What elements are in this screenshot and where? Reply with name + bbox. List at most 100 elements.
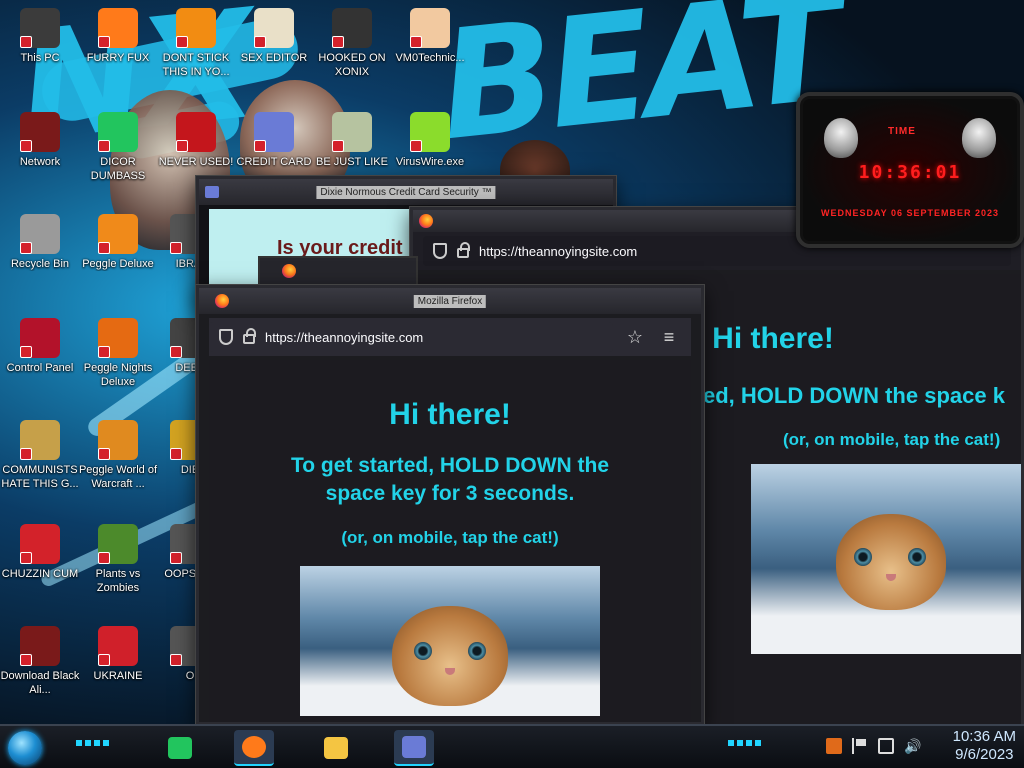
desktop-icon[interactable]: VirusWire.exe (390, 112, 470, 169)
desktop-icon[interactable]: DONT STICK THIS IN YO... (156, 8, 236, 79)
desktop-icon[interactable]: Peggle Deluxe (78, 214, 158, 271)
lock-icon[interactable] (457, 242, 470, 258)
desktop-icon-label: This PC (20, 52, 60, 64)
firefox-icon (242, 736, 266, 758)
clock-time: 10:36 AM (952, 728, 1016, 745)
page-instructions: ed, HOLD DOWN the space k (703, 383, 1005, 408)
shortcut-badge-icon (98, 448, 110, 460)
credit-card-icon (402, 736, 426, 758)
url-text: https://theannoyingsite.com (265, 329, 424, 345)
shortcut-badge-icon (176, 140, 188, 152)
desktop-icon[interactable]: Recycle Bin (0, 214, 80, 271)
firefox-window-stack[interactable] (258, 256, 418, 286)
desktop-icon[interactable]: CHUZZIN CUM (0, 524, 80, 581)
url-bar[interactable]: https://theannoyingsite.com (209, 322, 613, 352)
page-content: Hi there! To get started, HOLD DOWN the … (209, 360, 691, 722)
shield-icon[interactable] (219, 329, 233, 345)
radiation-icon (98, 626, 138, 666)
shortcut-badge-icon (98, 242, 110, 254)
desktop-icon[interactable]: VM0Technic... (390, 8, 470, 65)
chat-app-icon (168, 737, 192, 759)
start-button[interactable] (8, 731, 42, 765)
taskbar-decoration (76, 740, 110, 746)
alien-download-icon (20, 626, 60, 666)
desktop-icon[interactable]: FURRY FUX (78, 8, 158, 65)
peggle-icon (98, 214, 138, 254)
desktop-icon[interactable]: Peggle Nights Deluxe (78, 318, 158, 389)
desktop-icon[interactable]: CREDIT CARD (234, 112, 314, 169)
cat-image[interactable] (751, 464, 1021, 654)
desktop-icon-label: DICOR DUMBASS (90, 156, 146, 182)
volume-icon[interactable]: 🔊 (904, 738, 921, 754)
desktop-icon-label: VirusWire.exe (395, 156, 465, 168)
desktop-icon[interactable]: Network (0, 112, 80, 169)
shield-icon[interactable] (433, 243, 447, 259)
desktop-icon[interactable]: UKRAINE (78, 626, 158, 683)
desktop-icon-label: UKRAINE (93, 670, 143, 682)
desktop-icon[interactable]: COMMUNISTS HATE THIS G... (0, 420, 80, 491)
shortcut-badge-icon (332, 140, 344, 152)
desktop-icon[interactable]: BE JUST LIKE (312, 112, 392, 169)
window-title: Mozilla Firefox (413, 294, 487, 308)
desktop-icon[interactable]: Download Black Ali... (0, 626, 80, 697)
page-mobile-note: (or, on mobile, tap the cat!) (783, 430, 1001, 449)
desktop-icon-label: Download Black Ali... (0, 670, 80, 696)
desktop-icon-label: HOOKED ON XONIX (318, 52, 386, 78)
firefox-icon (215, 294, 229, 308)
peggle-wow-icon (98, 420, 138, 460)
desktop-icon-label: Peggle World of Warcraft ... (78, 464, 158, 490)
santa-face-icon (332, 112, 372, 152)
desktop-icon[interactable]: Peggle World of Warcraft ... (78, 420, 158, 491)
desktop-icon-label: Recycle Bin (10, 258, 70, 270)
firefox-icon (282, 264, 296, 278)
desktop-icon-label: COMMUNISTS HATE THIS G... (1, 464, 79, 490)
tray-app-icon[interactable] (826, 738, 842, 754)
desktop-icon[interactable]: SEX EDITOR (234, 8, 314, 65)
desktop-icon[interactable]: Control Panel (0, 318, 80, 375)
cat-image[interactable] (300, 566, 600, 716)
firefox-window-front[interactable]: Mozilla Firefox https://theannoyingsite.… (196, 285, 704, 725)
desktop-icon-label: CREDIT CARD (236, 156, 312, 168)
taskbar-app-firefox[interactable] (234, 730, 274, 766)
desktop-icon[interactable]: Plants vs Zombies (78, 524, 158, 595)
shortcut-badge-icon (20, 552, 32, 564)
desktop-icon-label: DONT STICK THIS IN YO... (162, 52, 230, 78)
app-icon (205, 186, 219, 198)
taskbar-app-file-explorer[interactable] (316, 730, 356, 766)
shortcut-badge-icon (98, 552, 110, 564)
firefox-icon (419, 214, 433, 228)
credit-card-icon (254, 112, 294, 152)
window-title: Dixie Normous Credit Card Security ™ (316, 185, 496, 199)
shortcut-badge-icon (332, 36, 344, 48)
taskbar-app-chat-app[interactable] (160, 730, 200, 766)
bookmark-star-icon[interactable]: ☆ (623, 327, 647, 348)
desktop-icon[interactable]: HOOKED ON XONIX (312, 8, 392, 79)
firefox-icon (98, 8, 138, 48)
hamburger-menu-icon[interactable]: ≡ (657, 327, 681, 348)
taskbar-clock[interactable]: 10:36 AM 9/6/2023 (953, 728, 1016, 764)
desktop-icon-label: Plants vs Zombies (95, 568, 141, 594)
desktop-icon[interactable]: This PC (0, 8, 80, 65)
page-heading: Hi there! (389, 398, 511, 431)
window-titlebar[interactable]: Mozilla Firefox (199, 288, 701, 314)
pvz-icon (98, 524, 138, 564)
control-panel-icon (20, 318, 60, 358)
window-titlebar[interactable]: Dixie Normous Credit Card Security ™ (199, 179, 613, 205)
shortcut-badge-icon (170, 448, 182, 460)
shortcut-badge-icon (410, 140, 422, 152)
system-tray: 🔊 (826, 738, 921, 754)
computer-icon (20, 8, 60, 48)
alien-clock-gadget[interactable]: TIME 10:36:01 WEDNESDAY 06 SEPTEMBER 202… (796, 92, 1024, 248)
desktop-icon[interactable]: NEVER USED! (156, 112, 236, 169)
desktop-icon[interactable]: DICOR DUMBASS (78, 112, 158, 183)
desktop-icon-label: CHUZZIN CUM (1, 568, 79, 580)
chuzzle-icon (20, 524, 60, 564)
flag-icon[interactable] (852, 738, 868, 754)
money-bag-icon (20, 420, 60, 460)
taskbar-app-credit-card-app[interactable] (394, 730, 434, 766)
xonix-game-icon (332, 8, 372, 48)
gadget-date: WEDNESDAY 06 SEPTEMBER 2023 (820, 208, 1000, 218)
lock-icon[interactable] (243, 328, 256, 344)
network-icon[interactable] (878, 738, 894, 754)
shortcut-badge-icon (98, 654, 110, 666)
